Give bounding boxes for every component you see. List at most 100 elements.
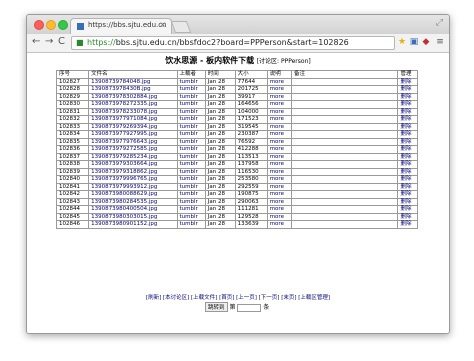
more-link[interactable]: more (270, 139, 284, 145)
file-link[interactable]: 1390873980400504.jpg (91, 206, 157, 212)
board-name[interactable]: [讨论区: PPPerson] (257, 58, 311, 65)
uploader-link[interactable]: tumblr (180, 154, 198, 160)
file-link[interactable]: 1390873980303015.jpg (91, 214, 157, 220)
reload-button[interactable]: C (58, 36, 65, 47)
delete-link[interactable]: 删除 (400, 124, 411, 130)
file-link[interactable]: 1390873979318862.jpg (91, 169, 157, 175)
tab-close-icon[interactable]: × (159, 20, 166, 29)
uploader-link[interactable]: tumblr (180, 146, 198, 152)
forward-button[interactable]: → (45, 36, 53, 47)
delete-link[interactable]: 删除 (400, 184, 411, 190)
more-link[interactable]: more (270, 161, 284, 167)
file-link[interactable]: 1390873979269394.jpg (91, 124, 157, 130)
delete-link[interactable]: 删除 (400, 109, 411, 115)
delete-link[interactable]: 删除 (400, 154, 411, 160)
uploader-link[interactable]: tumblr (180, 161, 198, 167)
file-link[interactable]: 1390873979272585.jpg (91, 146, 157, 152)
uploader-link[interactable]: tumblr (180, 79, 198, 85)
fullscreen-icon[interactable]: ⤢ (436, 18, 443, 28)
more-link[interactable]: more (270, 101, 284, 107)
maximize-window-button[interactable] (58, 20, 68, 30)
more-link[interactable]: more (270, 221, 284, 227)
delete-link[interactable]: 删除 (400, 214, 411, 220)
more-link[interactable]: more (270, 184, 284, 190)
delete-link[interactable]: 删除 (400, 206, 411, 212)
delete-link[interactable]: 删除 (400, 146, 411, 152)
file-link[interactable]: 13908739784048.jpg (91, 79, 150, 85)
browser-tab[interactable]: https://bbs.sjtu.edu.cn × (70, 18, 172, 35)
uploader-link[interactable]: tumblr (180, 139, 198, 145)
more-link[interactable]: more (270, 146, 284, 152)
file-link[interactable]: 1390873978272335.jpg (91, 101, 157, 107)
file-link[interactable]: 1390873980284535.jpg (91, 199, 157, 205)
more-link[interactable]: more (270, 191, 284, 197)
jump-input[interactable] (237, 303, 262, 312)
bookmark-star-icon[interactable]: ★ (397, 37, 407, 47)
delete-link[interactable]: 删除 (400, 191, 411, 197)
uploader-link[interactable]: tumblr (180, 214, 198, 220)
file-link[interactable]: 1390873978430B.jpg (91, 86, 151, 92)
delete-link[interactable]: 删除 (400, 94, 411, 100)
uploader-link[interactable]: tumblr (180, 116, 198, 122)
delete-link[interactable]: 删除 (400, 79, 411, 85)
extension-red-icon[interactable]: ◆ (421, 37, 431, 47)
delete-link[interactable]: 删除 (400, 139, 411, 145)
uploader-link[interactable]: tumblr (180, 221, 198, 227)
uploader-link[interactable]: tumblr (180, 94, 198, 100)
file-link[interactable]: 1390873980088629.jpg (91, 191, 157, 197)
delete-link[interactable]: 删除 (400, 116, 411, 122)
uploader-link[interactable]: tumblr (180, 206, 198, 212)
menu-icon[interactable]: ≡ (435, 37, 445, 47)
delete-link[interactable]: 删除 (400, 169, 411, 175)
file-link[interactable]: 1390873979285234.jpg (91, 154, 157, 160)
uploader-link[interactable]: tumblr (180, 191, 198, 197)
uploader-link[interactable]: tumblr (180, 169, 198, 175)
delete-link[interactable]: 删除 (400, 199, 411, 205)
jump-button[interactable]: 跳转到 (205, 302, 228, 312)
uploader-link[interactable]: tumblr (180, 101, 198, 107)
more-link[interactable]: more (270, 169, 284, 175)
more-link[interactable]: more (270, 116, 284, 122)
delete-link[interactable]: 删除 (400, 176, 411, 182)
delete-link[interactable]: 删除 (400, 101, 411, 107)
uploader-link[interactable]: tumblr (180, 184, 198, 190)
file-link[interactable]: 1390873977971084.jpg (91, 116, 157, 122)
back-button[interactable]: ← (32, 36, 40, 47)
file-link[interactable]: 1390873980901152.jpg (91, 221, 157, 227)
file-link[interactable]: 1390873978302884.jpg (91, 94, 157, 100)
uploader-link[interactable]: tumblr (180, 131, 198, 137)
uploader-link[interactable]: tumblr (180, 176, 198, 182)
more-link[interactable]: more (270, 94, 284, 100)
file-link[interactable]: 1390873977927995.jpg (91, 131, 157, 137)
file-link[interactable]: 1390873977976643.jpg (91, 139, 157, 145)
file-link[interactable]: 1390873978233078.jpg (91, 109, 157, 115)
more-link[interactable]: more (270, 176, 284, 182)
uploader-link[interactable]: tumblr (180, 199, 198, 205)
delete-link[interactable]: 删除 (400, 86, 411, 92)
delete-cell: 删除 (397, 137, 418, 146)
more-link[interactable]: more (270, 109, 284, 115)
new-tab-button[interactable] (170, 21, 192, 33)
more-link[interactable]: more (270, 206, 284, 212)
more-link[interactable]: more (270, 124, 284, 130)
file-link[interactable]: 1390873979303664.jpg (91, 161, 157, 167)
more-link[interactable]: more (270, 199, 284, 205)
delete-link[interactable]: 删除 (400, 161, 411, 167)
delete-link[interactable]: 删除 (400, 131, 411, 137)
file-link[interactable]: 1390873979993912.jpg (91, 184, 157, 190)
uploader-link[interactable]: tumblr (180, 109, 198, 115)
delete-link[interactable]: 删除 (400, 221, 411, 227)
uploader-link[interactable]: tumblr (180, 86, 198, 92)
extension-icon[interactable]: ▣ (409, 37, 419, 47)
file-link[interactable]: 1390873979996765.jpg (91, 176, 157, 182)
footer-links[interactable]: [刷新] [本讨论区] [上载文件] [首页] [上一页] [下一页] [末页]… (27, 293, 449, 301)
more-link[interactable]: more (270, 214, 284, 220)
close-window-button[interactable] (34, 20, 44, 30)
more-link[interactable]: more (270, 131, 284, 137)
more-link[interactable]: more (270, 154, 284, 160)
uploader-link[interactable]: tumblr (180, 124, 198, 130)
address-bar[interactable]: ■ https://bbs.sjtu.edu.cn/bbsfdoc2?board… (71, 36, 395, 50)
more-link[interactable]: more (270, 79, 284, 85)
minimize-window-button[interactable] (46, 20, 56, 30)
more-link[interactable]: more (270, 86, 284, 92)
